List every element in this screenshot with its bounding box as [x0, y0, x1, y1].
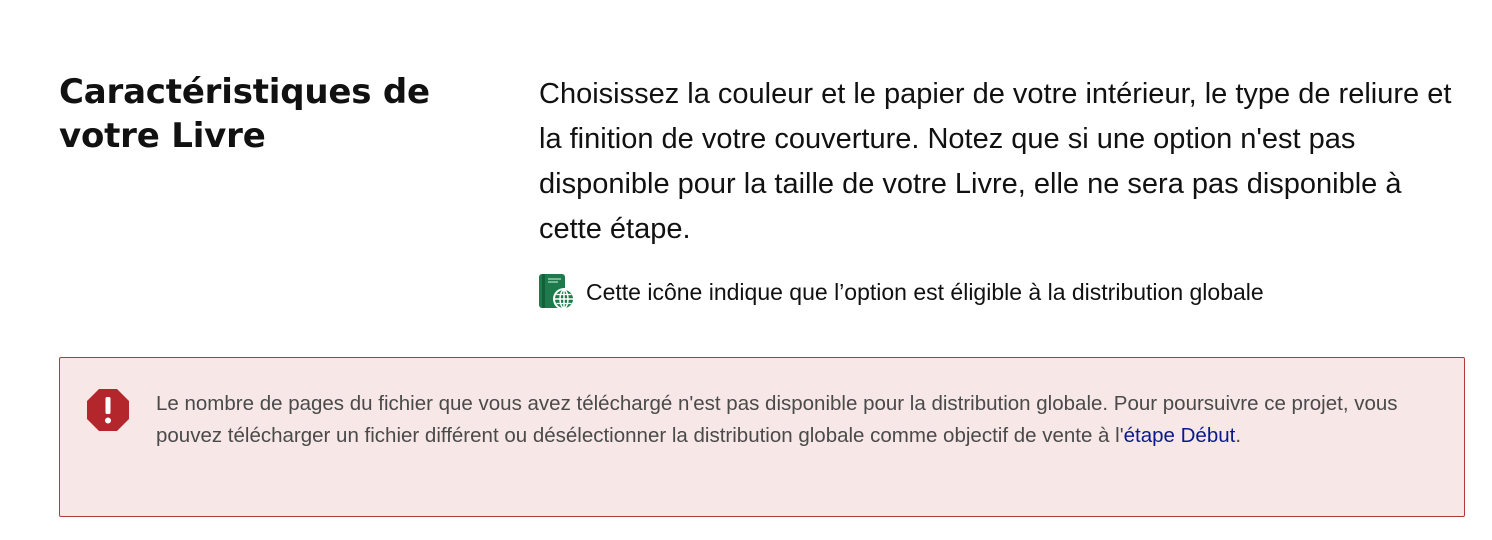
book-specifications-section: Caractéristiques de votre Livre Choisiss…	[59, 70, 1467, 312]
global-distribution-legend: Cette icône indique que l’option est éli…	[536, 272, 1467, 312]
page-count-alert: Le nombre de pages du fichier que vous a…	[59, 357, 1465, 517]
alert-text-after: .	[1235, 424, 1242, 447]
alert-message: Le nombre de pages du fichier que vous a…	[156, 388, 1424, 516]
legend-text: Cette icône indique que l’option est éli…	[586, 279, 1264, 305]
section-body: Choisissez la couleur et le papier de vo…	[539, 70, 1467, 312]
global-distribution-book-icon	[536, 272, 576, 312]
section-title: Caractéristiques de votre Livre	[59, 72, 430, 156]
warning-octagon-icon	[86, 388, 130, 432]
start-step-link[interactable]: étape Début	[1124, 424, 1236, 447]
section-intro: Choisissez la couleur et le papier de vo…	[539, 78, 1452, 245]
